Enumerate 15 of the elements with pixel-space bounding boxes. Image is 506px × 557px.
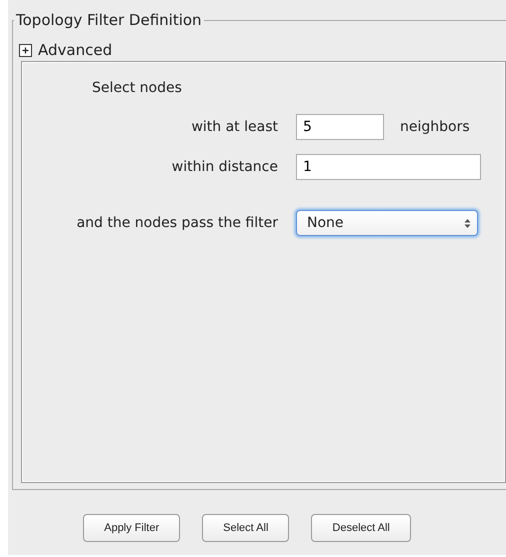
action-button[interactable]: Select All <box>202 514 290 542</box>
advanced-label: Advanced <box>38 41 112 59</box>
field-label: with at least <box>190 119 278 135</box>
action-button[interactable]: Deselect All <box>311 514 411 542</box>
section-heading: Select nodes <box>92 80 183 96</box>
filter-dropdown[interactable]: None <box>296 210 478 236</box>
expand-icon[interactable] <box>19 44 32 56</box>
input-field[interactable]: 5 <box>296 114 384 140</box>
field-label: and the nodes pass the filter <box>76 215 278 231</box>
unit-label: neighbors <box>400 119 471 135</box>
group-title: Topology Filter Definition <box>14 11 204 29</box>
action-button[interactable]: Apply Filter <box>83 514 180 542</box>
field-label: within distance <box>170 159 278 175</box>
input-field[interactable]: 1 <box>296 154 481 180</box>
stepper-icon <box>464 218 471 228</box>
